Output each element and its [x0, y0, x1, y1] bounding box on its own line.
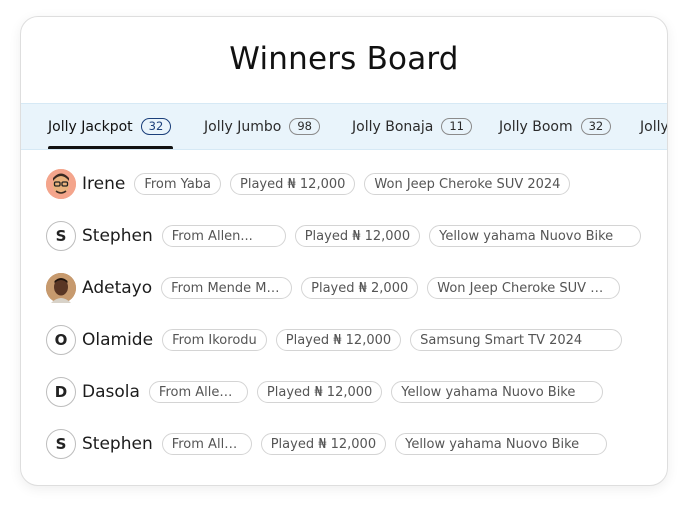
tab-label: Jolly Jackpot: [48, 118, 133, 135]
tab-label: Jolly Jumbo: [204, 118, 282, 135]
prize-chip: Yellow yahama Nuovo Bike: [429, 225, 642, 247]
location-chip: From Allen...: [161, 433, 252, 455]
tab-count-badge: 98: [289, 118, 320, 135]
prize-chip: Samsung Smart TV 2024: [410, 329, 623, 351]
prize-chip: Yellow yahama Nuovo Bike: [395, 433, 608, 455]
tab-label: Jolly Boom: [499, 118, 573, 135]
amount-played-chip: Played ₦ 12,000: [294, 225, 421, 247]
tab-count-badge: 32: [580, 118, 612, 135]
list-item: S Stephen From Allen... Played ₦ 12,000 …: [46, 427, 608, 461]
list-item: Irene From Yaba Played ₦ 12,000 Won Jeep…: [46, 167, 571, 201]
list-item: O Olamide From Ikorodu Played ₦ 12,000 S…: [46, 323, 623, 357]
tab-jolly-bonaja[interactable]: Jolly Bonaja 11: [352, 104, 472, 149]
avatar: O: [46, 325, 76, 355]
tab-bar: Jolly Jackpot 32 Jolly Jumbo 98 Jolly Bo…: [21, 103, 667, 150]
tab-jolly-boom[interactable]: Jolly Boom 32: [499, 104, 612, 149]
avatar: S: [46, 221, 76, 251]
amount-played-chip: Played ₦ 12,000: [260, 433, 387, 455]
amount-played-chip: Played ₦ 2,000: [301, 277, 419, 299]
tab-label: Jolly: [640, 118, 667, 135]
avatar: S: [46, 429, 76, 459]
amount-played-chip: Played ₦ 12,000: [256, 381, 383, 403]
active-tab-indicator: [48, 146, 173, 149]
prize-chip: Won Jeep Cheroke SUV 2024: [364, 173, 571, 195]
amount-played-chip: Played ₦ 12,000: [230, 173, 356, 195]
location-chip: From Allen...: [161, 225, 286, 247]
photo-avatar: [46, 273, 76, 303]
tab-jolly-jackpot[interactable]: Jolly Jackpot 32: [48, 104, 173, 149]
emoji-avatar: [46, 169, 76, 199]
winner-name: Dasola: [82, 382, 140, 402]
page-title: Winners Board: [229, 41, 459, 77]
prize-chip: Won Jeep Cheroke SUV 2...: [427, 277, 621, 299]
winner-name: Adetayo: [82, 278, 153, 298]
tab-count-badge: 32: [140, 118, 172, 135]
list-item: Adetayo From Mende Ma... Played ₦ 2,000 …: [46, 271, 621, 305]
tab-jolly-jumbo[interactable]: Jolly Jumbo 98: [204, 104, 320, 149]
tab-count-badge: 11: [441, 118, 472, 135]
location-chip: From Mende Ma...: [161, 277, 293, 299]
winners-board-card: Winners Board Jolly Jackpot 32 Jolly Jum…: [20, 16, 668, 486]
location-chip: From Yaba: [134, 173, 222, 195]
list-item: S Stephen From Allen... Played ₦ 12,000 …: [46, 219, 642, 253]
winner-name: Irene: [82, 174, 126, 194]
tab-jolly-more[interactable]: Jolly: [640, 104, 667, 149]
prize-chip: Yellow yahama Nuovo Bike: [391, 381, 604, 403]
list-item: D Dasola From Allen... Played ₦ 12,000 Y…: [46, 375, 604, 409]
avatar: D: [46, 377, 76, 407]
location-chip: From Allen...: [148, 381, 248, 403]
winner-name: Olamide: [82, 330, 154, 350]
winner-name: Stephen: [82, 226, 153, 246]
location-chip: From Ikorodu: [162, 329, 267, 351]
person-photo-icon: [46, 273, 76, 303]
winner-name: Stephen: [82, 434, 153, 454]
memoji-icon: [46, 169, 76, 199]
amount-played-chip: Played ₦ 12,000: [275, 329, 402, 351]
tab-label: Jolly Bonaja: [352, 118, 434, 135]
